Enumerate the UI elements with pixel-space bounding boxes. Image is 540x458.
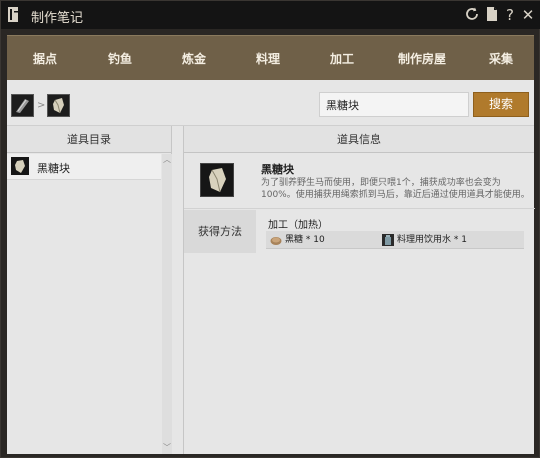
item-info-header: 道具信息: [184, 126, 534, 153]
list-item-label: 黑糖块: [37, 162, 70, 175]
nav-item-stronghold[interactable]: 据点: [33, 50, 57, 67]
brown-sugar-icon: [270, 234, 282, 246]
item-catalog: 道具目录 黑糖块 ︿ ﹀: [7, 126, 172, 454]
nav-item-cooking[interactable]: 料理: [256, 50, 280, 67]
chevron-down-icon[interactable]: ﹀: [162, 442, 172, 454]
refresh-icon[interactable]: [463, 6, 481, 24]
brown-sugar-cube-icon: [11, 157, 29, 175]
item-name: 黑糖块: [261, 163, 294, 176]
nav-item-housing-craft[interactable]: 制作房屋: [398, 50, 446, 67]
item-info: 道具信息 黑糖块 为了驯养野生马而使用，即便只喂1个，捕获成功率也会变为100%…: [183, 126, 535, 454]
close-icon[interactable]: ✕: [519, 6, 537, 24]
document-icon[interactable]: [483, 6, 501, 24]
title-bar: 制作笔记 ? ✕: [1, 1, 540, 29]
help-icon[interactable]: ?: [501, 6, 519, 24]
info-divider: [184, 208, 535, 209]
ingredient-label: 黑糖 * 10: [285, 235, 325, 245]
item-large-icon: [200, 163, 234, 197]
search-button[interactable]: 搜索: [473, 92, 529, 117]
book-icon: [8, 7, 20, 23]
search-input[interactable]: [319, 92, 469, 117]
category-nav: 据点 钓鱼 炼金 料理 加工 制作房屋 采集: [7, 35, 534, 80]
list-item[interactable]: 黑糖块: [7, 154, 161, 180]
crafting-notes-window: 制作笔记 ? ✕ 据点 钓鱼 炼金 料理 加工 制作房屋 采集 > 搜索: [0, 0, 540, 458]
nav-item-fishing[interactable]: 钓鱼: [108, 50, 132, 67]
method-title: 加工（加热）: [268, 220, 328, 231]
breadcrumb-separator: >: [37, 100, 46, 111]
chevron-up-icon[interactable]: ︿: [162, 154, 172, 166]
item-description: 为了驯养野生马而使用，即便只喂1个，捕获成功率也会变为100%。使用捕获用绳索抓…: [261, 178, 530, 200]
catalog-scrollbar[interactable]: ︿ ﹀: [162, 154, 172, 454]
window-title: 制作笔记: [31, 11, 84, 26]
nav-item-alchemy[interactable]: 炼金: [182, 50, 206, 67]
breadcrumb-category-icon[interactable]: [11, 94, 34, 117]
nav-item-gathering[interactable]: 采集: [489, 50, 513, 67]
item-catalog-header: 道具目录: [7, 126, 171, 153]
nav-item-processing[interactable]: 加工: [330, 50, 354, 67]
ingredient-row: 黑糖 * 10 料理用饮用水 * 1: [266, 231, 524, 249]
breadcrumb-item-icon[interactable]: [47, 94, 70, 117]
acquisition-method-label: 获得方法: [184, 210, 256, 253]
water-bottle-icon: [382, 234, 394, 246]
ingredient-label: 料理用饮用水 * 1: [397, 235, 467, 245]
